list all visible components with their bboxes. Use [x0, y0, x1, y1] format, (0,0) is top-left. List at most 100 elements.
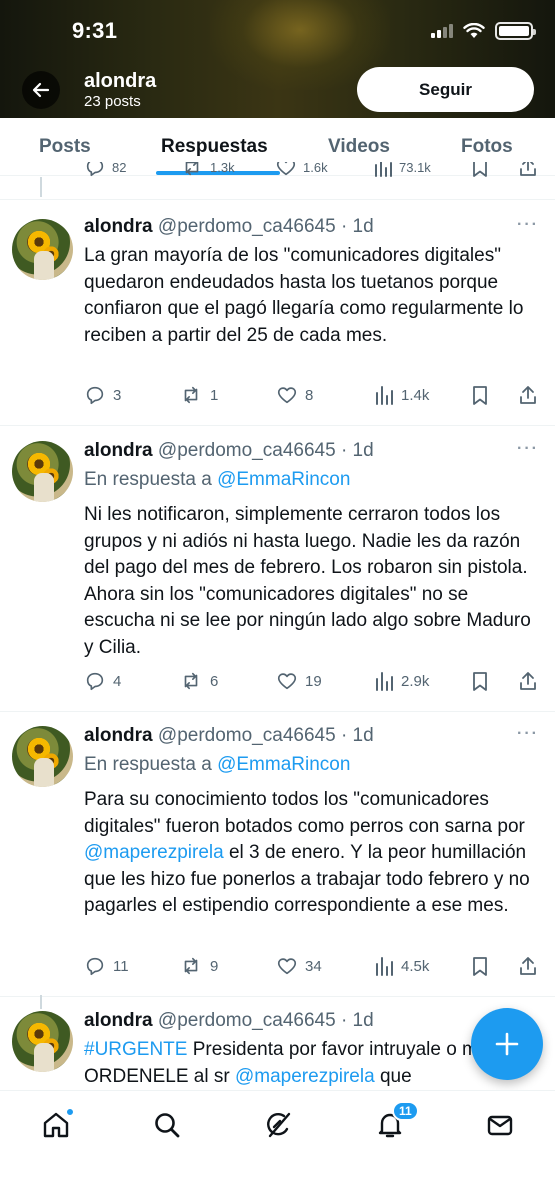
mention-link[interactable]: @maperezpirela	[235, 1066, 375, 1087]
partial-share[interactable]	[518, 162, 538, 178]
partial-bookmark[interactable]	[470, 162, 490, 178]
repost-button[interactable]: 1	[179, 384, 218, 406]
like-button[interactable]: 34	[276, 955, 322, 977]
views-icon	[375, 162, 392, 177]
avatar[interactable]	[12, 726, 73, 787]
partial-like-count: 1.6k	[303, 162, 328, 175]
views-count: 4.5k	[401, 957, 430, 975]
more-icon[interactable]: ···	[517, 440, 539, 458]
author-name[interactable]: alondra	[84, 216, 153, 237]
avatar[interactable]	[12, 219, 73, 280]
author-name[interactable]: alondra	[84, 440, 153, 461]
reply-to-mention[interactable]: @EmmaRincon	[217, 754, 350, 775]
avatar[interactable]	[12, 1011, 73, 1072]
tweet[interactable]: alondra @perdomo_ca46645 · 1d ··· En res…	[0, 711, 555, 996]
partial-repost[interactable]: 1.3k	[180, 162, 235, 178]
share-icon	[520, 386, 536, 404]
repost-button[interactable]: 9	[179, 955, 218, 977]
more-icon[interactable]: ···	[517, 725, 539, 743]
share-button[interactable]	[518, 384, 538, 406]
nav-search[interactable]	[149, 1107, 185, 1143]
search-icon	[155, 1113, 180, 1138]
follow-button[interactable]: Seguir	[357, 67, 534, 112]
tweet-meta: alondra @perdomo_ca46645 · 1d	[84, 216, 374, 238]
reply-button[interactable]: 11	[84, 955, 129, 977]
nav-notifications[interactable]: 11	[372, 1101, 419, 1143]
share-button[interactable]	[518, 955, 538, 977]
tab-videos[interactable]: Videos	[328, 136, 390, 158]
views-button[interactable]: 4.5k	[374, 955, 429, 977]
like-count: 8	[305, 386, 314, 404]
author-handle[interactable]: @perdomo_ca46645	[158, 216, 336, 237]
tab-fotos[interactable]: Fotos	[461, 136, 513, 158]
bookmark-icon	[473, 386, 487, 405]
bookmark-button[interactable]	[470, 384, 490, 406]
author-handle[interactable]: @perdomo_ca46645	[158, 1010, 336, 1031]
compose-button[interactable]	[471, 1008, 543, 1080]
repost-icon	[184, 386, 198, 404]
views-count: 1.4k	[401, 386, 430, 404]
repost-icon	[185, 162, 199, 176]
views-icon	[376, 386, 393, 405]
like-button[interactable]: 19	[276, 670, 322, 692]
tweet-text: Ni les notificaron, simplemente cerraron…	[84, 504, 531, 658]
repost-count: 9	[210, 957, 219, 975]
share-icon	[520, 672, 536, 690]
partial-views[interactable]: 73.1k	[373, 162, 431, 178]
tweet[interactable]: alondra @perdomo_ca46645 · 1d ··· La gra…	[0, 199, 555, 425]
avatar[interactable]	[12, 441, 73, 502]
home-notification-dot	[66, 1108, 74, 1116]
partial-like[interactable]: 1.6k	[275, 162, 328, 178]
repost-button[interactable]: 6	[179, 670, 218, 692]
like-icon	[276, 162, 296, 176]
author-name[interactable]: alondra	[84, 1010, 153, 1031]
tweet-time: · 1d	[340, 725, 374, 746]
tweet-actions: 4 6 19 2.9k	[0, 670, 555, 698]
reply-button[interactable]: 3	[84, 384, 121, 406]
repost-icon	[184, 957, 198, 975]
tweet[interactable]: alondra @perdomo_ca46645 · 1d ··· En res…	[0, 425, 555, 711]
bookmark-button[interactable]	[470, 955, 490, 977]
reply-to-mention[interactable]: @EmmaRincon	[217, 469, 350, 490]
tab-posts[interactable]: Posts	[39, 136, 91, 158]
like-button[interactable]: 8	[276, 384, 313, 406]
nav-home[interactable]	[38, 1107, 74, 1143]
views-button[interactable]: 1.4k	[374, 384, 429, 406]
reply-icon	[86, 386, 104, 405]
reply-icon	[86, 957, 104, 976]
tweet-text-part: Para su conocimiento todos los "comunica…	[84, 789, 525, 837]
author-name[interactable]: alondra	[84, 725, 153, 746]
nav-messages[interactable]	[482, 1107, 518, 1143]
more-icon[interactable]: ···	[517, 216, 539, 234]
repost-icon	[184, 672, 198, 690]
tab-respuestas[interactable]: Respuestas	[161, 136, 268, 158]
reply-button[interactable]: 4	[84, 670, 121, 692]
nav-grok[interactable]	[260, 1107, 296, 1143]
battery-icon	[495, 22, 536, 40]
reply-count: 4	[113, 672, 122, 690]
author-handle[interactable]: @perdomo_ca46645	[158, 725, 336, 746]
profile-header-banner: 9:31 alondra 23 posts Seguir	[0, 0, 555, 118]
bookmark-icon	[473, 957, 487, 976]
mention-link[interactable]: @maperezpirela	[84, 842, 224, 863]
views-button[interactable]: 2.9k	[374, 670, 429, 692]
tweet-meta: alondra @perdomo_ca46645 · 1d	[84, 440, 374, 462]
status-time: 9:31	[72, 18, 118, 43]
tweet-text-part: que	[374, 1065, 412, 1087]
plus-icon	[495, 1032, 519, 1056]
tweet-time: · 1d	[340, 440, 374, 461]
grok-icon	[267, 1112, 291, 1138]
partial-reply[interactable]: 82	[84, 162, 126, 178]
reply-count: 11	[113, 957, 129, 975]
author-handle[interactable]: @perdomo_ca46645	[158, 440, 336, 461]
share-button[interactable]	[518, 670, 538, 692]
share-icon	[520, 162, 536, 176]
like-icon	[277, 958, 297, 975]
repost-count: 6	[210, 672, 219, 690]
partial-views-count: 73.1k	[399, 162, 431, 175]
back-button[interactable]	[22, 71, 60, 109]
bookmark-icon	[473, 672, 487, 691]
bookmark-button[interactable]	[470, 670, 490, 692]
hashtag-link[interactable]: #URGENTE	[84, 1039, 187, 1060]
reply-context-label: En respuesta a	[84, 754, 212, 775]
